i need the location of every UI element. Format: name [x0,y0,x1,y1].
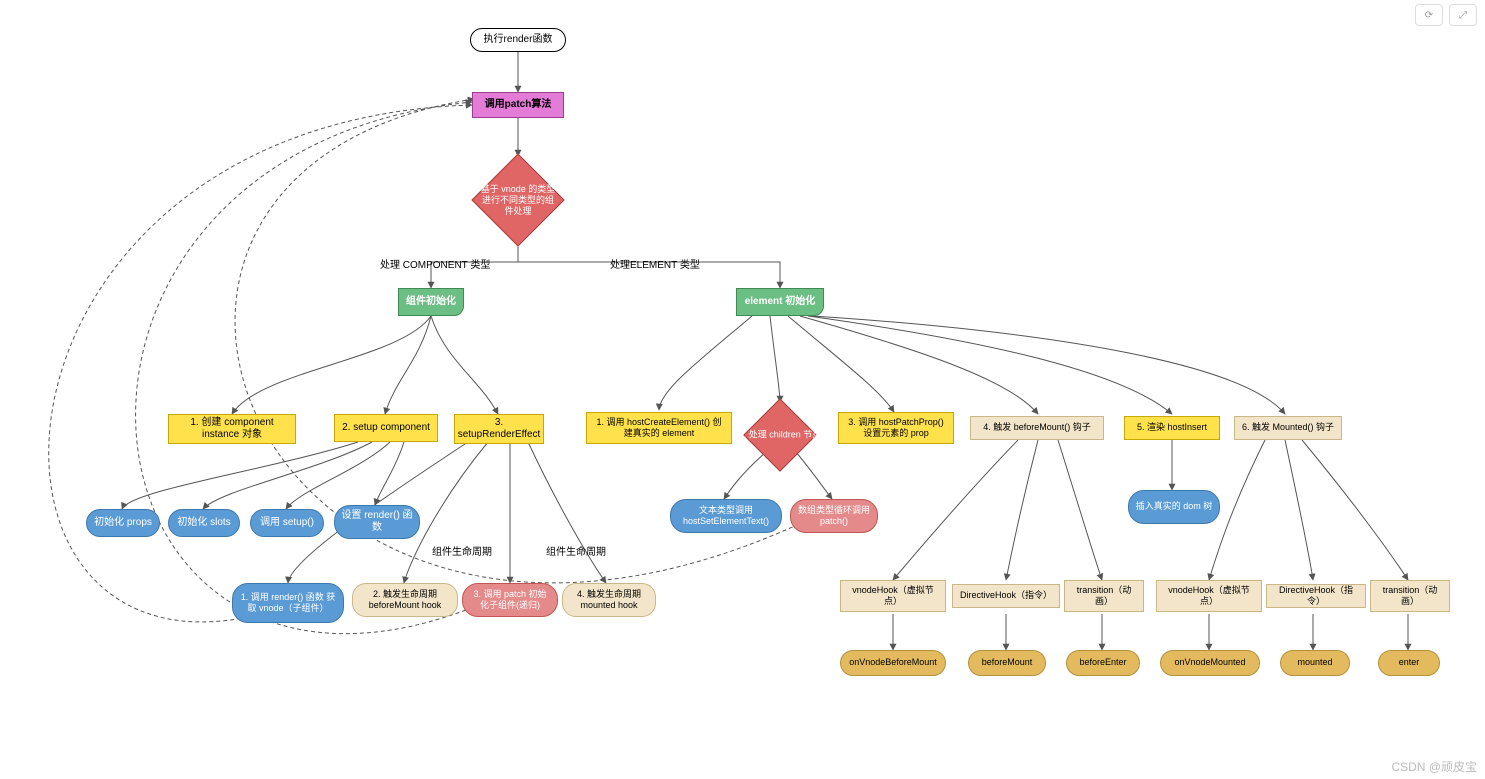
node-component-init: 组件初始化 [398,288,464,316]
label-lifecycle-1: 组件生命周期 [432,543,492,558]
leaf-beforeEnter: beforeEnter [1066,650,1140,676]
node-decision: 基于 vnode 的类型进行不同类型的组件处理 [473,155,563,245]
node-patch: 调用patch算法 [472,92,564,118]
node-c3: 3. setupRenderEffect [454,414,544,444]
flowchart-canvas: ⟳ ⤢ [0,0,1485,779]
node-e2: 2. 处理 children 节点 [745,400,815,470]
node-set-render: 设置 render() 函数 [334,505,420,539]
node-hook-trans1: transition（动画） [1064,580,1144,612]
node-hook-dir1: DirectiveHook（指令） [952,584,1060,608]
node-e3: 3. 调用 hostPatchProp() 设置元素的 prop [838,412,954,444]
node-c2: 2. setup component [334,414,438,442]
node-init-props: 初始化 props [86,509,160,537]
node-init-slots: 初始化 slots [168,509,240,537]
edges-layer [0,0,1485,779]
node-c3-step1: 1. 调用 render() 函数 获取 vnode（子组件） [232,583,344,623]
leaf-onVnodeMounted: onVnodeMounted [1160,650,1260,676]
edge-label-element: 处理ELEMENT 类型 [610,256,700,271]
node-e5-dom: 插入真实的 dom 树 [1128,490,1220,524]
node-hook-vnode1: vnodeHook（虚拟节点） [840,580,946,612]
node-element-init: element 初始化 [736,288,824,316]
node-hook-vnode2: vnodeHook（虚拟节点） [1156,580,1262,612]
toolbar: ⟳ ⤢ [1415,4,1477,26]
label-lifecycle-2: 组件生命周期 [546,543,606,558]
node-e1: 1. 调用 hostCreateElement() 创建真实的 element [586,412,732,444]
node-e2-array: 数组类型循环调用 patch() [790,499,878,533]
node-e6: 6. 触发 Mounted() 钩子 [1234,416,1342,440]
node-c3-step3: 3. 调用 patch 初始化子组件(递归) [462,583,558,617]
leaf-mounted: mounted [1280,650,1350,676]
leaf-onVnodeBeforeMount: onVnodeBeforeMount [840,650,946,676]
leaf-enter: enter [1378,650,1440,676]
node-e4: 4. 触发 beforeMount() 钩子 [970,416,1104,440]
node-c3-step2: 2. 触发生命周期 beforeMount hook [352,583,458,617]
node-e2-text: 文本类型调用 hostSetElementText() [670,499,782,533]
refresh-icon[interactable]: ⟳ [1415,4,1443,26]
node-call-setup: 调用 setup() [250,509,324,537]
watermark: CSDN @顽皮宝 [1391,758,1477,775]
expand-icon[interactable]: ⤢ [1449,4,1477,26]
node-hook-dir2: DirectiveHook（指令） [1266,584,1366,608]
node-c1: 1. 创建 component instance 对象 [168,414,296,444]
leaf-beforeMount: beforeMount [968,650,1046,676]
node-hook-trans2: transition（动画） [1370,580,1450,612]
node-render-fn: 执行render函数 [470,28,566,52]
node-c3-step4: 4. 触发生命周期 mounted hook [562,583,656,617]
node-e5: 5. 渲染 hostInsert [1124,416,1220,440]
edge-label-component: 处理 COMPONENT 类型 [380,256,490,271]
